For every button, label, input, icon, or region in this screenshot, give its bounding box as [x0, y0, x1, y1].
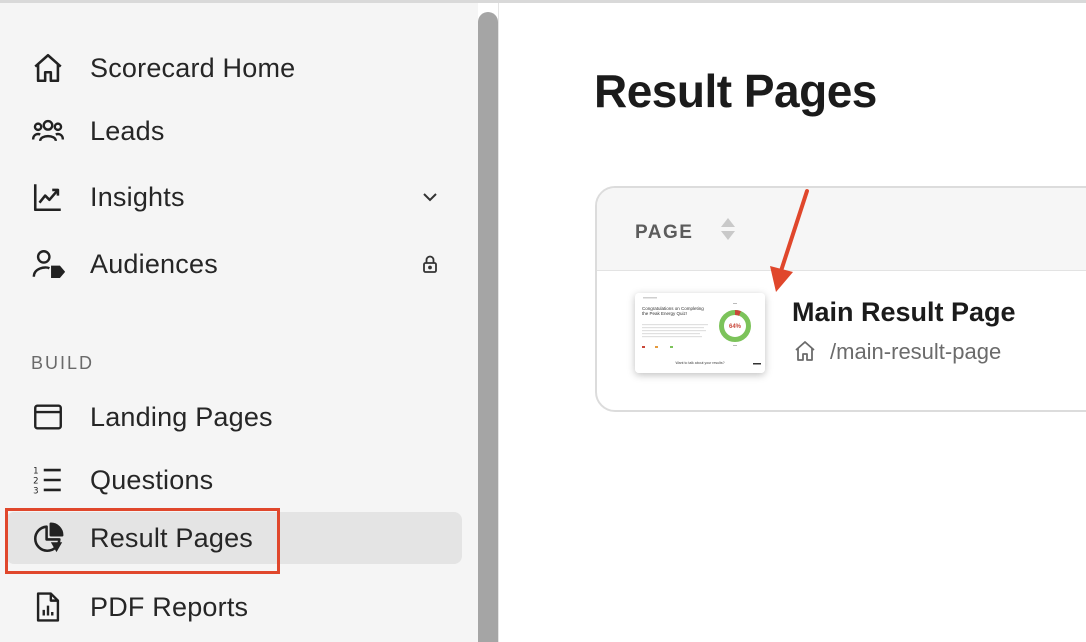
- pdf-report-icon: [28, 587, 68, 627]
- sidebar-item-insights[interactable]: Insights: [28, 171, 460, 223]
- chevron-down-icon[interactable]: [418, 185, 442, 209]
- sidebar-item-label: Audiences: [90, 248, 218, 279]
- sidebar-item-result-pages[interactable]: Result Pages: [6, 512, 462, 564]
- page-title: Result Pages: [594, 65, 877, 117]
- sort-icon[interactable]: [719, 216, 737, 242]
- sidebar-item-questions[interactable]: 123 Questions: [28, 454, 460, 506]
- sidebar-divider: [498, 3, 499, 642]
- sidebar-item-leads[interactable]: Leads: [28, 105, 460, 157]
- sidebar-item-scorecard-home[interactable]: Scorecard Home: [28, 42, 460, 94]
- sidebar-item-label: Scorecard Home: [90, 52, 296, 83]
- svg-text:2: 2: [33, 477, 38, 487]
- thumbnail-footer: Want to talk about your results?: [675, 361, 724, 365]
- result-pages-table: PAGE Congratulations on Completing the P…: [595, 186, 1086, 412]
- table-row[interactable]: Congratulations on Completing the Peak E…: [597, 271, 1086, 409]
- home-icon: [793, 339, 817, 363]
- sidebar-item-label: Leads: [90, 115, 165, 146]
- svg-text:1: 1: [33, 467, 38, 477]
- user-tag-icon: [28, 244, 68, 284]
- sidebar-item-label: Landing Pages: [90, 401, 273, 432]
- numbered-list-icon: 123: [28, 460, 68, 500]
- sidebar-item-label: Questions: [90, 464, 214, 495]
- sidebar-scrollbar[interactable]: [478, 12, 498, 642]
- home-icon: [28, 48, 68, 88]
- result-page-title[interactable]: Main Result Page: [792, 297, 1016, 328]
- section-label-build: BUILD: [31, 353, 95, 373]
- svg-text:3: 3: [33, 486, 38, 496]
- sidebar-item-label: Insights: [90, 181, 185, 212]
- sidebar: Scorecard Home Leads Insights Audiences …: [0, 3, 478, 642]
- result-page-thumbnail[interactable]: Congratulations on Completing the Peak E…: [635, 293, 765, 373]
- column-header-page[interactable]: PAGE: [635, 222, 693, 244]
- sidebar-item-label: PDF Reports: [90, 591, 249, 622]
- browser-window-icon: [28, 397, 68, 437]
- chart-line-icon: [28, 177, 68, 217]
- table-header: PAGE: [597, 188, 1086, 271]
- pie-chart-icon: [28, 518, 68, 558]
- sidebar-item-landing-pages[interactable]: Landing Pages: [28, 391, 460, 443]
- sidebar-item-pdf-reports[interactable]: PDF Reports: [28, 581, 460, 633]
- lock-icon: [418, 252, 442, 276]
- result-page-path: /main-result-page: [830, 339, 1002, 364]
- sidebar-item-label: Result Pages: [90, 522, 253, 553]
- sidebar-item-audiences[interactable]: Audiences: [28, 238, 460, 290]
- thumbnail-heading: Congratulations on Completing the Peak E…: [642, 306, 704, 316]
- users-icon: [28, 111, 68, 151]
- thumbnail-percent: 64%: [729, 324, 742, 330]
